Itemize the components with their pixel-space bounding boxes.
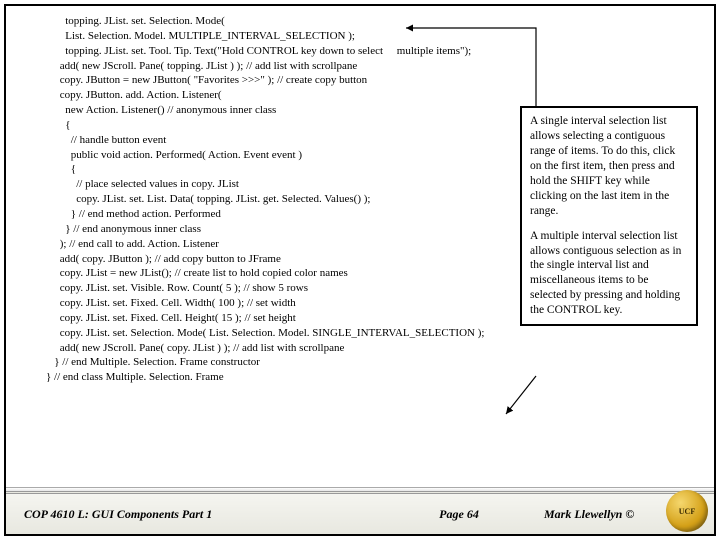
annotation-paragraph: A single interval selection list allows … — [530, 114, 688, 219]
code-line: topping. JList. set. Tool. Tip. Text("Ho… — [46, 44, 694, 59]
code-line: copy. JList. set. Selection. Mode( List.… — [46, 326, 694, 341]
annotation-paragraph: A multiple interval selection list allow… — [530, 229, 688, 319]
code-line: List. Selection. Model. MULTIPLE_INTERVA… — [46, 29, 694, 44]
footer-course: COP 4610 L: GUI Components Part 1 — [6, 507, 384, 522]
ucf-logo-icon: UCF — [666, 490, 708, 532]
code-line: add( new JScroll. Pane( topping. JList )… — [46, 59, 694, 74]
code-line: } // end Multiple. Selection. Frame cons… — [46, 355, 694, 370]
slide-footer: COP 4610 L: GUI Components Part 1 Page 6… — [6, 491, 714, 534]
code-line: topping. JList. set. Selection. Mode( — [46, 14, 694, 29]
annotation-callout: A single interval selection list allows … — [520, 106, 698, 326]
footer-page: Page 64 — [384, 507, 534, 522]
code-line: } // end class Multiple. Selection. Fram… — [46, 370, 694, 385]
code-line: copy. JButton = new JButton( "Favorites … — [46, 73, 694, 88]
code-line: add( new JScroll. Pane( copy. JList ) );… — [46, 341, 694, 356]
slide-page: topping. JList. set. Selection. Mode( Li… — [4, 4, 716, 536]
code-line: copy. JButton. add. Action. Listener( — [46, 88, 694, 103]
